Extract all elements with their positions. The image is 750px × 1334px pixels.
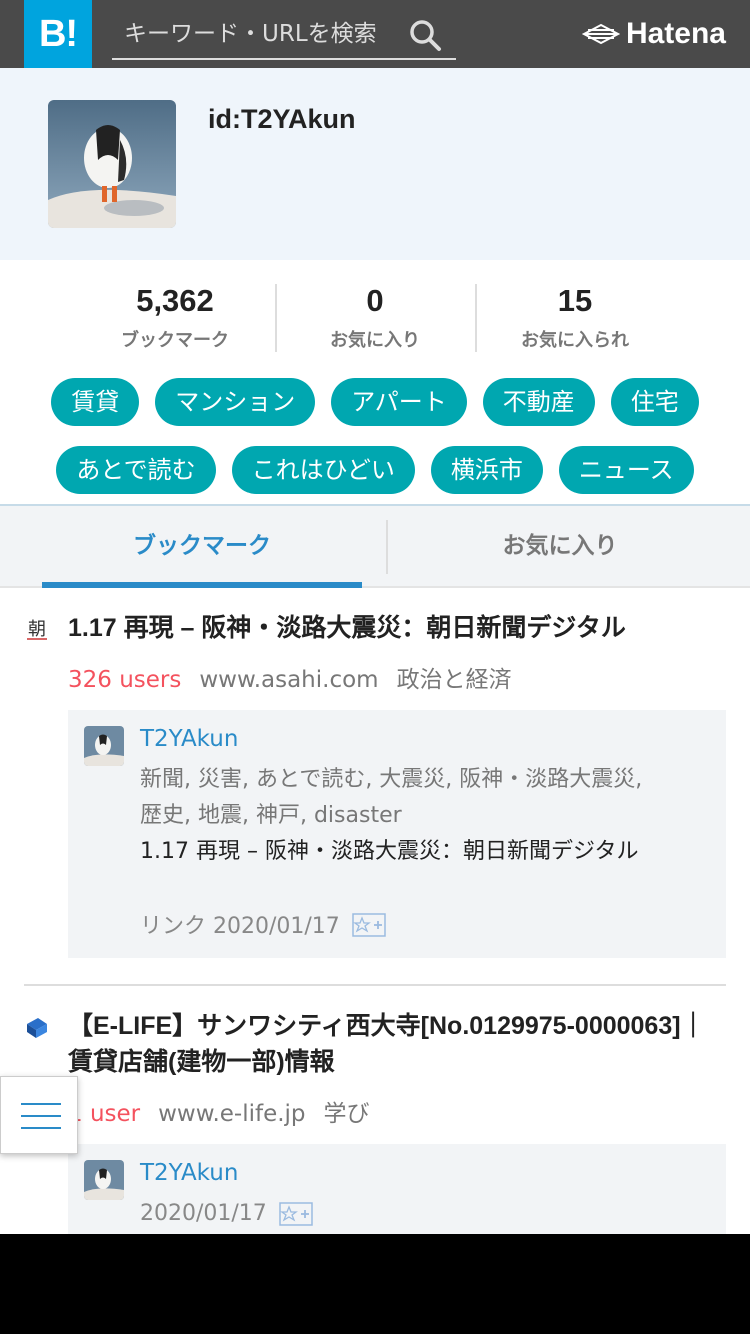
menu-line [21, 1115, 61, 1117]
tag-chip[interactable]: 横浜市 [430, 446, 543, 494]
entry-users-count[interactable]: 326 users [68, 667, 181, 693]
add-star-icon[interactable] [352, 911, 386, 937]
tag-chip[interactable]: アパート [331, 378, 467, 426]
stat-favorites-count: 0 [366, 283, 384, 318]
entry-domain[interactable]: www.e-life.jp [158, 1101, 305, 1127]
entry-divider [24, 984, 726, 986]
entry-meta: 326 users www.asahi.com 政治と経済 [68, 660, 512, 694]
elife-favicon-icon [27, 1018, 47, 1038]
bookmark-date-row: リンク 2020/01/17 [140, 908, 386, 940]
bookmark-entry: 朝 1.17 再現 – 阪神・淡路大震災：朝日新聞デジタル 326 users w… [24, 610, 726, 960]
bookmark-user-avatar[interactable] [84, 1160, 124, 1200]
bookmark-user-name[interactable]: T2YAkun [140, 1160, 238, 1186]
user-avatar[interactable] [48, 100, 176, 228]
search-icon[interactable] [408, 18, 442, 52]
stat-bookmarks[interactable]: 5,362 ブックマーク [75, 284, 275, 352]
my-bookmark-box: T2YAkun 新聞, 災害, あとで読む, 大震災, 阪神・淡路大震災, 歴史… [68, 710, 726, 958]
hatena-diamond-icon [581, 23, 620, 45]
profile-section: id:T2YAkun [0, 68, 750, 260]
hatena-brand-link[interactable]: Hatena [581, 14, 726, 54]
bookmark-tags: 新聞, 災害, あとで読む, 大震災, 阪神・淡路大震災, 歴史, 地震, 神戸… [140, 767, 643, 828]
tag-chip[interactable]: これはひどい [231, 446, 415, 494]
puffin-avatar-image [84, 726, 124, 766]
add-star-icon[interactable] [279, 1200, 313, 1226]
top-header: B! Hatena [0, 0, 750, 68]
bookmark-user-avatar[interactable] [84, 726, 124, 766]
tab-favorites[interactable]: お気に入り [400, 506, 720, 588]
stat-bookmarks-count: 5,362 [136, 283, 214, 318]
bookmark-comment: 1.17 再現 – 阪神・淡路大震災：朝日新聞デジタル [140, 839, 639, 864]
app-screen: B! Hatena [0, 0, 750, 1234]
stat-favorites-label: お気に入り [330, 330, 420, 351]
tag-chip[interactable]: ニュース [558, 446, 694, 494]
bookmark-date-row: 2020/01/17 [140, 1200, 313, 1226]
entry-domain[interactable]: www.asahi.com [199, 667, 378, 693]
entry-title-link[interactable]: 【E-LIFE】サンワシティ西大寺[No.0129975-0000063]｜賃貸… [68, 1008, 718, 1080]
stat-favorited-by[interactable]: 15 お気に入られ [475, 284, 675, 352]
tag-row: あとで読む これはひどい 横浜市 ニュース [24, 446, 726, 494]
bookmark-entry: 【E-LIFE】サンワシティ西大寺[No.0129975-0000063]｜賃貸… [24, 1008, 726, 1234]
tab-divider [386, 520, 388, 574]
tag-chip[interactable]: マンション [155, 378, 316, 426]
entry-users-count[interactable]: 1 user [68, 1101, 140, 1127]
tag-chip[interactable]: 住宅 [610, 378, 699, 426]
puffin-avatar-image [48, 100, 176, 228]
menu-line [21, 1127, 61, 1129]
hatena-bookmark-logo[interactable]: B! [24, 0, 92, 68]
bookmark-date[interactable]: リンク 2020/01/17 [140, 908, 340, 940]
search-box [112, 10, 456, 60]
active-tab-indicator [42, 582, 362, 588]
content-tabs: ブックマーク お気に入り [0, 504, 750, 588]
tag-chip[interactable]: 不動産 [482, 378, 595, 426]
entry-meta: 1 user www.e-life.jp 学び [68, 1094, 370, 1128]
hamburger-menu-button[interactable] [0, 1076, 78, 1154]
stat-favorited-by-label: お気に入られ [521, 330, 629, 351]
brand-name: Hatena [625, 17, 726, 50]
bookmark-user-name[interactable]: T2YAkun [140, 726, 238, 752]
asahi-favicon-icon: 朝 [24, 616, 50, 642]
user-id: id:T2YAkun [208, 104, 356, 134]
tag-cloud: 賃貸 マンション アパート 不動産 住宅 あとで読む これはひどい 横浜市 ニュ… [24, 378, 726, 514]
bookmark-date[interactable]: 2020/01/17 [140, 1201, 267, 1226]
stat-favorites[interactable]: 0 お気に入り [275, 284, 475, 352]
search-input[interactable] [112, 10, 402, 58]
stat-bookmarks-label: ブックマーク [121, 330, 229, 351]
user-stats: 5,362 ブックマーク 0 お気に入り 15 お気に入られ [75, 284, 675, 352]
tag-row: 賃貸 マンション アパート 不動産 住宅 [24, 378, 726, 426]
entry-category[interactable]: 学び [324, 1101, 370, 1127]
menu-line [21, 1103, 61, 1105]
tag-chip[interactable]: 賃貸 [51, 378, 140, 426]
stat-favorited-by-count: 15 [557, 283, 593, 318]
entry-title-link[interactable]: 1.17 再現 – 阪神・淡路大震災：朝日新聞デジタル [68, 610, 718, 646]
svg-text:朝: 朝 [28, 619, 46, 640]
tag-chip[interactable]: あとで読む [56, 446, 216, 494]
tab-bookmarks[interactable]: ブックマーク [42, 506, 362, 588]
puffin-avatar-image [84, 1160, 124, 1200]
my-bookmark-box: T2YAkun 2020/01/17 [68, 1144, 726, 1234]
entry-category[interactable]: 政治と経済 [397, 667, 512, 693]
